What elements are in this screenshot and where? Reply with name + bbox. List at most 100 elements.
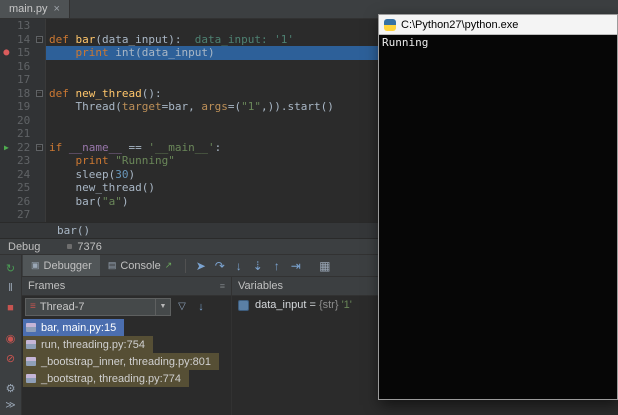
- frame-row[interactable]: run, threading.py:754: [23, 336, 153, 353]
- evaluate-expression-icon[interactable]: ▦: [315, 257, 334, 275]
- debug-title: Debug: [8, 241, 40, 253]
- gutter[interactable]: 21: [0, 127, 46, 141]
- tab-console[interactable]: ▤ Console ↗: [100, 255, 180, 276]
- debug-session-tab[interactable]: 7376: [77, 241, 101, 253]
- gutter[interactable]: 23: [0, 154, 46, 168]
- line-number: 13: [13, 19, 34, 33]
- gutter[interactable]: 25: [0, 181, 46, 195]
- frames-panel: Frames ≡ ≡ Thread-7 ▼ ▽ ↓ bar, main.py:1…: [22, 277, 232, 415]
- frame-label: bar, main.py:15: [41, 322, 116, 334]
- tab-debugger[interactable]: ▣ Debugger: [23, 255, 100, 276]
- fold-column: [33, 127, 45, 141]
- chevron-down-icon[interactable]: ▼: [155, 299, 170, 315]
- show-execution-point-icon[interactable]: ➤: [191, 257, 210, 275]
- panel-menu-icon[interactable]: ≡: [220, 281, 225, 291]
- fold-column: −: [33, 33, 45, 47]
- gutter-icon-slot: [0, 19, 13, 33]
- stop-icon[interactable]: ■: [3, 300, 19, 316]
- debug-left-toolbar: ↻ ‖ ■ ◉ ⊘ ⚙≫: [0, 255, 22, 415]
- frame-label: _bootstrap_inner, threading.py:801: [41, 356, 211, 368]
- console-titlebar[interactable]: C:\Python27\python.exe: [379, 15, 617, 35]
- fold-marker-icon[interactable]: −: [36, 36, 43, 43]
- line-number: 15: [13, 46, 34, 60]
- line-number: 24: [13, 168, 34, 182]
- gutter[interactable]: 14−: [0, 33, 46, 47]
- frame-icon: [26, 357, 36, 366]
- gutter-icon-slot: [0, 154, 13, 168]
- run-to-cursor-icon[interactable]: ⇥: [286, 257, 305, 275]
- variable-icon: [238, 300, 249, 311]
- python-console-window[interactable]: C:\Python27\python.exe Running: [378, 14, 618, 400]
- console-tab-label: Console: [120, 260, 160, 272]
- console-output-text: Running: [382, 36, 428, 49]
- pause-icon[interactable]: ‖: [3, 280, 19, 296]
- line-number: 17: [13, 73, 34, 87]
- line-number: 27: [13, 208, 34, 222]
- console-output: Running: [379, 35, 617, 399]
- fold-column: [33, 168, 45, 182]
- variable-text: data_input = {str} '1': [255, 299, 352, 311]
- view-breakpoints-icon[interactable]: ◉: [3, 330, 19, 346]
- gutter[interactable]: 24: [0, 168, 46, 182]
- fold-column: [33, 73, 45, 87]
- filter-frames-icon[interactable]: ▽: [174, 301, 190, 312]
- gutter[interactable]: 13: [0, 19, 46, 33]
- fold-column: [33, 46, 45, 60]
- line-number: 26: [13, 195, 34, 209]
- frame-icon: [26, 323, 36, 332]
- tab-main-py[interactable]: main.py ×: [0, 0, 70, 18]
- thread-selector-value: Thread-7: [40, 301, 151, 313]
- run-arrow-icon[interactable]: ▶: [0, 141, 13, 155]
- gutter[interactable]: ●15: [0, 46, 46, 60]
- frames-panel-title: Frames: [28, 280, 65, 292]
- tab-label: main.py: [9, 3, 48, 15]
- breadcrumb-item[interactable]: bar(): [57, 224, 90, 237]
- thread-selector[interactable]: ≡ Thread-7 ▼: [25, 298, 171, 316]
- debugger-tab-icon: ▣: [31, 260, 40, 271]
- line-number: 19: [13, 100, 34, 114]
- fold-marker-icon[interactable]: −: [36, 90, 43, 97]
- python-icon: [384, 19, 396, 31]
- gutter-icon-slot: [0, 114, 13, 128]
- step-out-icon[interactable]: ↑: [267, 257, 286, 275]
- gutter[interactable]: 27: [0, 208, 46, 222]
- rerun-icon[interactable]: ↻: [3, 260, 19, 276]
- line-number: 25: [13, 181, 34, 195]
- gutter[interactable]: 20: [0, 114, 46, 128]
- session-icon: [67, 244, 72, 249]
- console-title: C:\Python27\python.exe: [401, 19, 518, 31]
- gutter-icon-slot: [0, 168, 13, 182]
- fold-column: [33, 19, 45, 33]
- settings-gear-icon[interactable]: ⚙: [3, 380, 19, 396]
- fold-column: [33, 100, 45, 114]
- mute-breakpoints-icon[interactable]: ⊘: [3, 350, 19, 366]
- gutter[interactable]: 26: [0, 195, 46, 209]
- gutter-icon-slot: [0, 73, 13, 87]
- frame-row[interactable]: bar, main.py:15: [23, 319, 124, 336]
- frame-row[interactable]: _bootstrap, threading.py:774: [23, 370, 189, 387]
- collapse-icon[interactable]: ≫: [3, 397, 19, 413]
- breakpoint-icon[interactable]: ●: [0, 46, 13, 60]
- force-step-into-icon[interactable]: ⇣: [248, 257, 267, 275]
- navigate-down-icon[interactable]: ↓: [193, 301, 209, 313]
- gutter[interactable]: ▶22−: [0, 141, 46, 155]
- line-number: 22: [13, 141, 34, 155]
- gutter[interactable]: 16: [0, 60, 46, 74]
- thread-selector-row: ≡ Thread-7 ▼ ▽ ↓: [22, 296, 231, 317]
- line-number: 18: [13, 87, 34, 101]
- step-over-icon[interactable]: ↷: [210, 257, 229, 275]
- frame-row[interactable]: _bootstrap_inner, threading.py:801: [23, 353, 219, 370]
- line-number: 14: [13, 33, 34, 47]
- gutter-icon-slot: [0, 100, 13, 114]
- debugger-tab-label: Debugger: [44, 260, 92, 272]
- variables-panel-title: Variables: [238, 280, 283, 292]
- toolbar-separator: [185, 259, 186, 273]
- close-icon[interactable]: ×: [54, 3, 60, 15]
- gutter[interactable]: 17: [0, 73, 46, 87]
- gutter[interactable]: 18−: [0, 87, 46, 101]
- fold-marker-icon[interactable]: −: [36, 144, 43, 151]
- step-into-icon[interactable]: ↓: [229, 257, 248, 275]
- frames-panel-header: Frames ≡: [22, 277, 231, 296]
- frame-label: run, threading.py:754: [41, 339, 145, 351]
- gutter[interactable]: 19: [0, 100, 46, 114]
